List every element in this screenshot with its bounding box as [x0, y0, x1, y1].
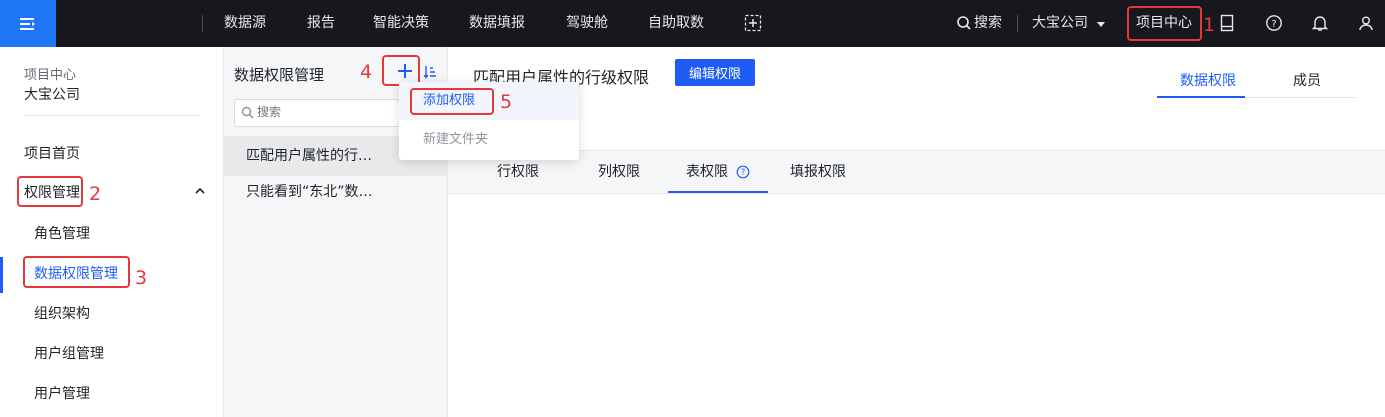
sidebar-company-name: 大宝公司 [24, 87, 80, 103]
tab-fill-permission[interactable]: 填报权限 [790, 151, 846, 193]
add-module-icon[interactable] [742, 12, 764, 34]
sidebar-item-org-structure[interactable]: 组织架构 [34, 303, 90, 323]
company-selector[interactable]: 大宝公司 [1032, 0, 1088, 47]
sort-icon[interactable] [423, 65, 437, 83]
edit-permission-button[interactable]: 编辑权限 [675, 59, 755, 86]
tab-table-permission[interactable]: 表权限 [686, 151, 728, 193]
document-icon[interactable] [1216, 12, 1238, 34]
list-item[interactable]: 只能看到“东北”数… [224, 172, 448, 212]
sidebar-item-home[interactable]: 项目首页 [24, 143, 80, 163]
nav-item-datasource[interactable]: 数据源 [224, 0, 266, 47]
nav-item-self-service[interactable]: 自助取数 [648, 0, 704, 47]
active-indicator [0, 257, 3, 293]
annotation-box-1 [1127, 6, 1202, 41]
sidebar-item-roles[interactable]: 角色管理 [34, 223, 90, 243]
menu-toggle-icon[interactable] [0, 0, 56, 47]
help-icon[interactable]: ? [736, 165, 750, 183]
svg-text:?: ? [741, 168, 746, 178]
nav-divider [1017, 15, 1018, 32]
sidebar-divider [24, 115, 200, 116]
annotation-number-2: 2 [89, 183, 102, 205]
tab-active-indicator [1157, 96, 1245, 98]
chevron-up-icon[interactable] [193, 184, 207, 202]
nav-item-data-fill[interactable]: 数据填报 [469, 0, 525, 47]
nav-divider [202, 15, 203, 32]
chevron-down-icon[interactable] [1090, 13, 1112, 35]
search-input-wrapper[interactable] [234, 99, 400, 127]
annotation-number-3: 3 [135, 267, 148, 289]
sidebar-item-user-groups[interactable]: 用户组管理 [34, 343, 104, 363]
nav-item-cockpit[interactable]: 驾驶舱 [566, 0, 608, 47]
help-icon[interactable]: ? [1263, 12, 1285, 34]
search-input[interactable] [257, 105, 397, 119]
tab-members[interactable]: 成员 [1293, 70, 1321, 90]
new-folder-menu-item[interactable]: 新建文件夹 [399, 121, 579, 159]
search-icon [241, 106, 254, 123]
subtab-active-indicator [668, 191, 768, 193]
sidebar-item-users[interactable]: 用户管理 [34, 383, 90, 403]
svg-text:?: ? [1271, 19, 1276, 30]
left-sidebar: 项目中心 大宝公司 项目首页 权限管理 角色管理 数据权限管理 组织架构 用户组… [0, 47, 224, 417]
panel-title: 数据权限管理 [234, 66, 325, 84]
tab-data-permissions[interactable]: 数据权限 [1180, 70, 1236, 90]
tab-column-permission[interactable]: 列权限 [598, 151, 640, 193]
nav-item-smart-decision[interactable]: 智能决策 [373, 0, 429, 47]
annotation-number-5: 5 [500, 91, 513, 113]
annotation-number-4: 4 [360, 61, 373, 83]
sidebar-context-label: 项目中心 [24, 68, 77, 83]
search-icon[interactable] [953, 12, 975, 34]
nav-item-report[interactable]: 报告 [307, 0, 335, 47]
annotation-box-3 [23, 256, 130, 288]
annotation-number-1: 1 [1203, 14, 1216, 36]
permission-type-tabs: 行权限 列权限 表权限 ? 填报权限 [448, 150, 1385, 194]
bell-icon[interactable] [1309, 12, 1331, 34]
annotation-box-5 [410, 88, 494, 115]
user-icon[interactable] [1355, 12, 1377, 34]
top-search-button[interactable]: 搜索 [974, 0, 1002, 47]
annotation-box-2 [17, 176, 83, 207]
